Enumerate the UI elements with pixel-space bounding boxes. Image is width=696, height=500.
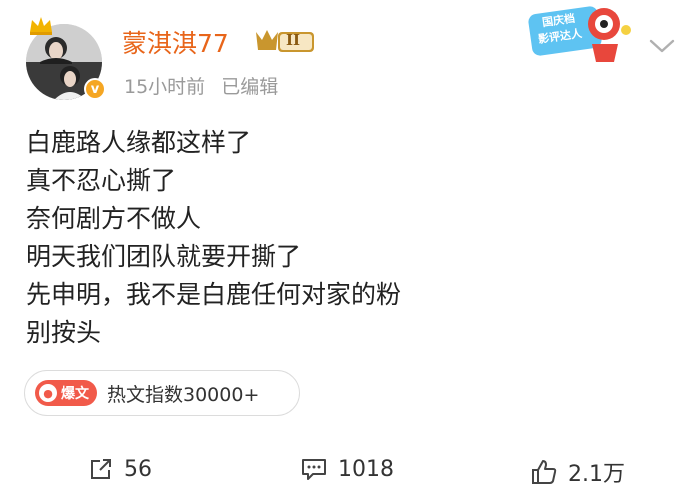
level-badge-icon: II [254, 28, 316, 56]
post-text: 白鹿路人缘都这样了 真不忍心撕了 奈何剧方不做人 明天我们团队就要开撕了 先申明… [26, 124, 401, 352]
flame-icon: ● [39, 384, 57, 402]
crown-icon [30, 17, 52, 35]
repost-button[interactable]: 56 [88, 456, 152, 482]
timestamp: 15小时前 [124, 76, 206, 98]
comment-button[interactable]: 1018 [300, 456, 394, 482]
edited-label[interactable]: 已编辑 [221, 76, 278, 98]
like-count: 2.1万 [568, 462, 625, 487]
hot-index-pill[interactable]: ● 爆文 热文指数30000+ [24, 370, 300, 416]
post-line: 别按头 [26, 318, 102, 347]
username[interactable]: 蒙淇淇77 [122, 24, 229, 60]
chevron-down-icon[interactable] [648, 36, 676, 56]
hot-tag: ● 爆文 [35, 380, 97, 406]
promo-badge[interactable]: 国庆档 影评达人 [528, 4, 632, 64]
like-button[interactable]: 2.1万 [530, 456, 625, 488]
avatar-container[interactable]: v [26, 17, 108, 100]
post-line: 先申明，我不是白鹿任何对家的粉 [26, 280, 402, 309]
verified-badge-icon: v [84, 78, 106, 100]
post-line: 明天我们团队就要开撕了 [26, 242, 302, 271]
repost-icon [91, 459, 111, 479]
post-meta: 15小时前 已编辑 [124, 72, 278, 99]
repost-count: 56 [124, 456, 152, 482]
hot-index-text: 热文指数30000+ [107, 383, 260, 406]
like-icon [532, 460, 557, 484]
post-line: 真不忍心撕了 [26, 166, 177, 195]
post-line: 奈何剧方不做人 [26, 204, 202, 233]
hot-tag-label: 爆文 [61, 386, 89, 402]
level-badge-text: II [286, 31, 301, 49]
comment-icon [302, 459, 326, 480]
post-line: 白鹿路人缘都这样了 [26, 128, 252, 157]
comment-count: 1018 [338, 456, 394, 482]
